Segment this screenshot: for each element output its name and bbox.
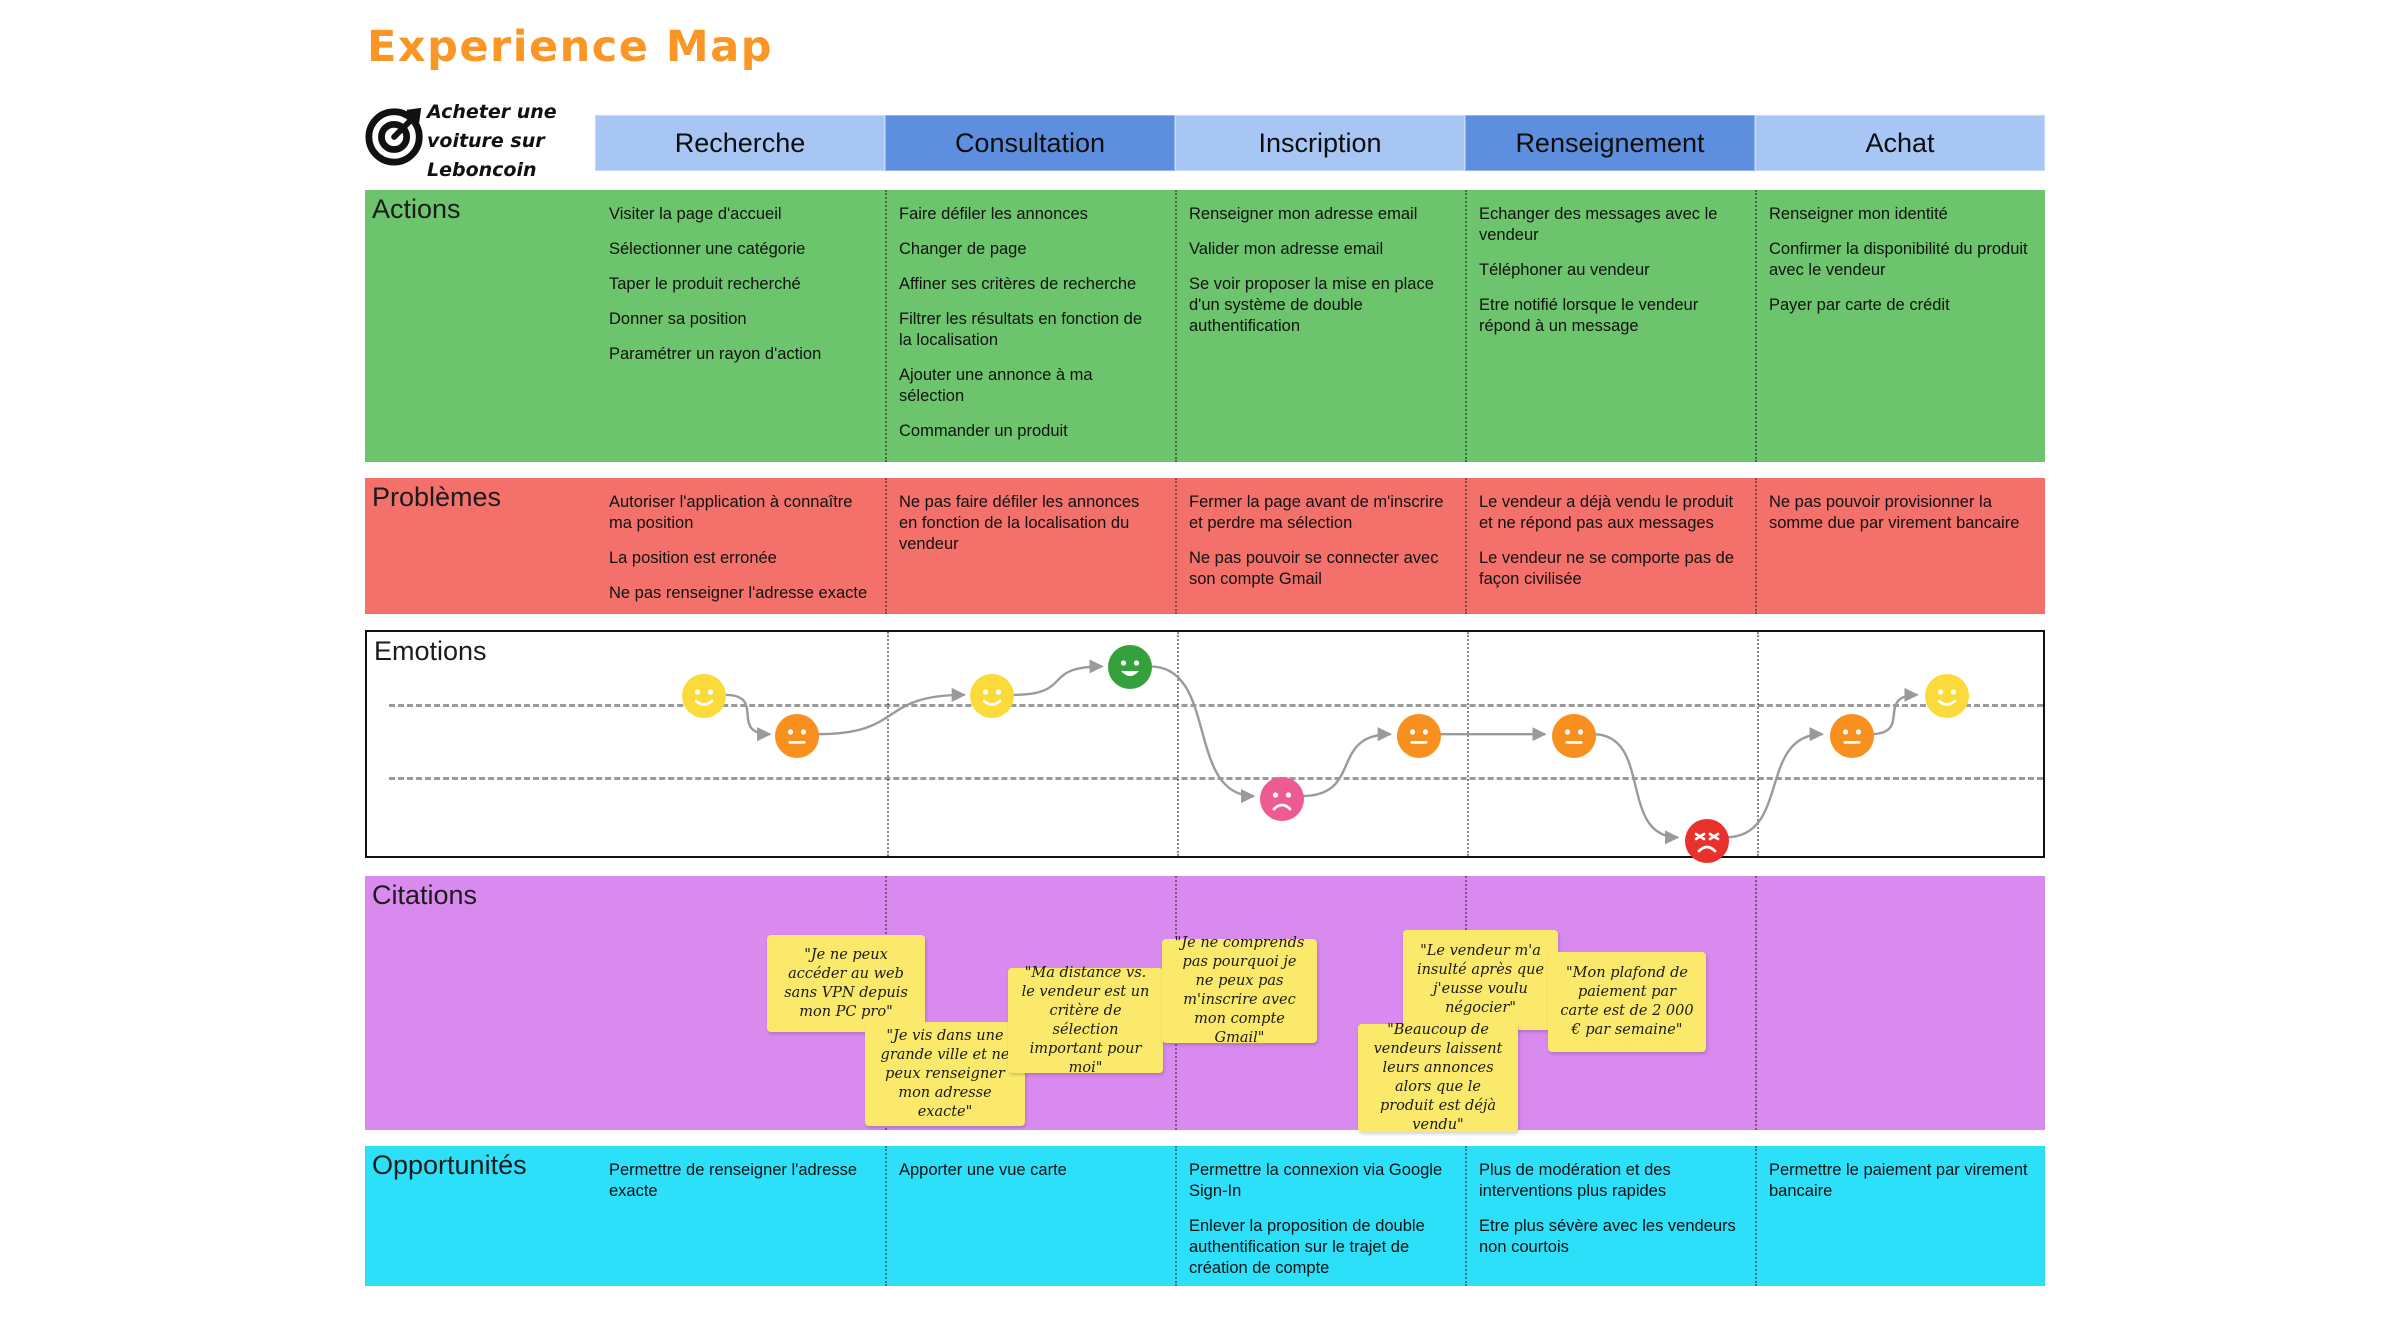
list-item: Sélectionner une catégorie (609, 240, 806, 258)
opportunities-cell-4: Plus de modération et des interventions … (1465, 1146, 1755, 1286)
row-label-problems: Problèmes (372, 482, 502, 512)
list-item: Paramétrer un rayon d'action (609, 345, 822, 363)
opportunities-cell-1: Permettre de renseigner l'adresse exacte (595, 1146, 885, 1286)
list-item: Permettre la connexion via Google Sign-I… (1189, 1161, 1443, 1200)
row-opportunities: Opportunités Permettre de renseigner l'a… (365, 1146, 2045, 1286)
emotion-face-neutral (775, 714, 819, 758)
phase-header-row: Recherche Consultation Inscription Renseign… (595, 115, 2045, 171)
list-item: Ne pas faire défiler les annonces en fon… (899, 493, 1140, 553)
row-label-actions: Actions (372, 194, 461, 224)
list-item: Taper le produit recherché (609, 275, 801, 293)
row-citations: Citations "Je ne peux accéder au web san… (365, 876, 2045, 1133)
list-item: Changer de page (899, 240, 1027, 258)
persona-label: Acheter une voiture sur Leboncoin (427, 101, 557, 181)
emotion-face-happy (970, 674, 1014, 718)
phase-header-inscription[interactable]: Inscription (1175, 115, 1465, 171)
list-item: Apporter une vue carte (899, 1161, 1067, 1179)
list-item: Ajouter une annonce à ma sélection (899, 366, 1093, 405)
list-item: Autoriser l'application à connaître ma p… (609, 493, 853, 532)
emotion-face-angry (1685, 819, 1729, 863)
row-problems: Problèmes Autoriser l'application à conn… (365, 478, 2045, 614)
list-item: Fermer la page avant de m'inscrire et pe… (1189, 493, 1444, 532)
list-item: Renseigner mon adresse email (1189, 205, 1418, 223)
emotion-curve-segment (725, 693, 772, 742)
actions-cell-1: Visiter la page d'accueil Sélectionner un… (595, 190, 885, 462)
list-item: Etre plus sévère avec les vendeurs non c… (1479, 1217, 1736, 1256)
sticky-note[interactable]: "Je ne peux accéder au web sans VPN depu… (767, 935, 925, 1032)
list-item: Echanger des messages avec le vendeur (1479, 205, 1718, 244)
opportunities-cell-3: Permettre la connexion via Google Sign-I… (1175, 1146, 1465, 1286)
sticky-note[interactable]: "Le vendeur m'a insulté après que j'euss… (1403, 930, 1558, 1030)
emotion-curve-segment (1593, 732, 1680, 845)
list-item: Ne pas pouvoir se connecter avec son com… (1189, 549, 1439, 588)
row-label-citations: Citations (372, 880, 478, 910)
sticky-note[interactable]: "Je ne comprends pas pourquoi je ne peux… (1162, 935, 1317, 1046)
list-item: Faire défiler les annonces (899, 205, 1088, 223)
emotion-face-happy (1925, 674, 1969, 718)
sticky-note[interactable]: "Ma distance vs. le vendeur est un critè… (1008, 965, 1163, 1076)
emotion-face-happy (682, 674, 726, 718)
opportunities-cell-5: Permettre le paiement par virement banca… (1755, 1146, 2045, 1286)
list-item: Téléphoner au vendeur (1479, 261, 1650, 279)
actions-cell-5: Renseigner mon identité Confirmer la disp… (1755, 190, 2045, 462)
list-item: Confirmer la disponibilité du produit av… (1769, 240, 2028, 279)
list-item: Renseigner mon identité (1769, 205, 1948, 223)
list-item: Le vendeur ne se comporte pas de façon c… (1479, 549, 1735, 588)
list-item: Valider mon adresse email (1189, 240, 1384, 258)
phase-header-renseignement[interactable]: Renseignement (1465, 115, 1755, 171)
sticky-note[interactable]: "Mon plafond de paiement par carte est d… (1548, 952, 1706, 1052)
emotion-face-neutral (1552, 714, 1596, 758)
list-item: Le vendeur a déjà vendu le produit et ne… (1479, 493, 1734, 532)
list-item: Filtrer les résultats en fonction de la … (899, 310, 1143, 349)
opportunities-cell-2: Apporter une vue carte (885, 1146, 1175, 1286)
page-title: Experience Map (367, 22, 773, 72)
actions-cell-3: Renseigner mon adresse email Valider mon … (1175, 190, 1465, 462)
list-item: Visiter la page d'accueil (609, 205, 782, 223)
sticky-note[interactable]: "Je vis dans une grande ville et ne peux… (865, 1022, 1025, 1126)
list-item: Etre notifié lorsque le vendeur répond à… (1479, 296, 1699, 335)
phase-header-achat[interactable]: Achat (1755, 115, 2045, 171)
persona-block: Acheter une voiture sur Leboncoin (365, 100, 595, 181)
row-emotions: Emotions (365, 630, 2045, 863)
experience-map-canvas: Experience Map Acheter une voiture sur L… (0, 0, 2400, 1327)
emotion-face-sad (1260, 777, 1304, 821)
emotion-face-very-happy (1108, 645, 1152, 689)
emotion-curve (725, 659, 1919, 845)
phase-header-consultation[interactable]: Consultation (885, 115, 1175, 171)
problems-cell-3: Fermer la page avant de m'inscrire et pe… (1175, 478, 1465, 614)
list-item: Permettre le paiement par virement banca… (1769, 1161, 2028, 1200)
emotion-curve-segment (1012, 659, 1104, 697)
emotion-curve-segment (1725, 727, 1824, 839)
emotion-curve-segment (1870, 687, 1919, 736)
sticky-note[interactable]: "Beaucoup de vendeurs laissent leurs ann… (1358, 1022, 1518, 1133)
row-label-opportunities: Opportunités (372, 1150, 527, 1180)
list-item: Permettre de renseigner l'adresse exacte (609, 1161, 858, 1200)
emotion-curve-segment (817, 687, 967, 736)
list-item: Enlever la proposition de double authent… (1189, 1217, 1425, 1277)
actions-cell-2: Faire défiler les annonces Changer de pag… (885, 190, 1175, 462)
list-item: Ne pas pouvoir provisionner la somme due… (1769, 493, 2020, 532)
list-item: Payer par carte de crédit (1769, 296, 1950, 314)
emotion-face-neutral (1830, 714, 1874, 758)
target-dart-icon (365, 104, 427, 166)
list-item: La position est erronée (609, 549, 777, 567)
emotion-face-neutral (1397, 714, 1441, 758)
list-item: Se voir proposer la mise en place d'un s… (1189, 275, 1434, 335)
row-actions: Actions Visiter la page d'accueil Sélecti… (365, 190, 2045, 462)
emotion-curve-segment (1301, 727, 1392, 798)
phase-header-recherche[interactable]: Recherche (595, 115, 885, 171)
list-item: Plus de modération et des interventions … (1479, 1161, 1671, 1200)
problems-cell-5: Ne pas pouvoir provisionner la somme due… (1755, 478, 2045, 614)
problems-cell-2: Ne pas faire défiler les annonces en fon… (885, 478, 1175, 614)
problems-cell-4: Le vendeur a déjà vendu le produit et ne… (1465, 478, 1755, 614)
column-divider (1755, 876, 1757, 1130)
list-item: Commander un produit (899, 422, 1068, 440)
emotion-curve-segment (1150, 665, 1256, 804)
list-item: Ne pas renseigner l'adresse exacte (609, 584, 868, 602)
list-item: Affiner ses critères de recherche (899, 275, 1137, 293)
actions-cell-4: Echanger des messages avec le vendeur Tél… (1465, 190, 1755, 462)
problems-cell-1: Autoriser l'application à connaître ma p… (595, 478, 885, 614)
list-item: Donner sa position (609, 310, 747, 328)
